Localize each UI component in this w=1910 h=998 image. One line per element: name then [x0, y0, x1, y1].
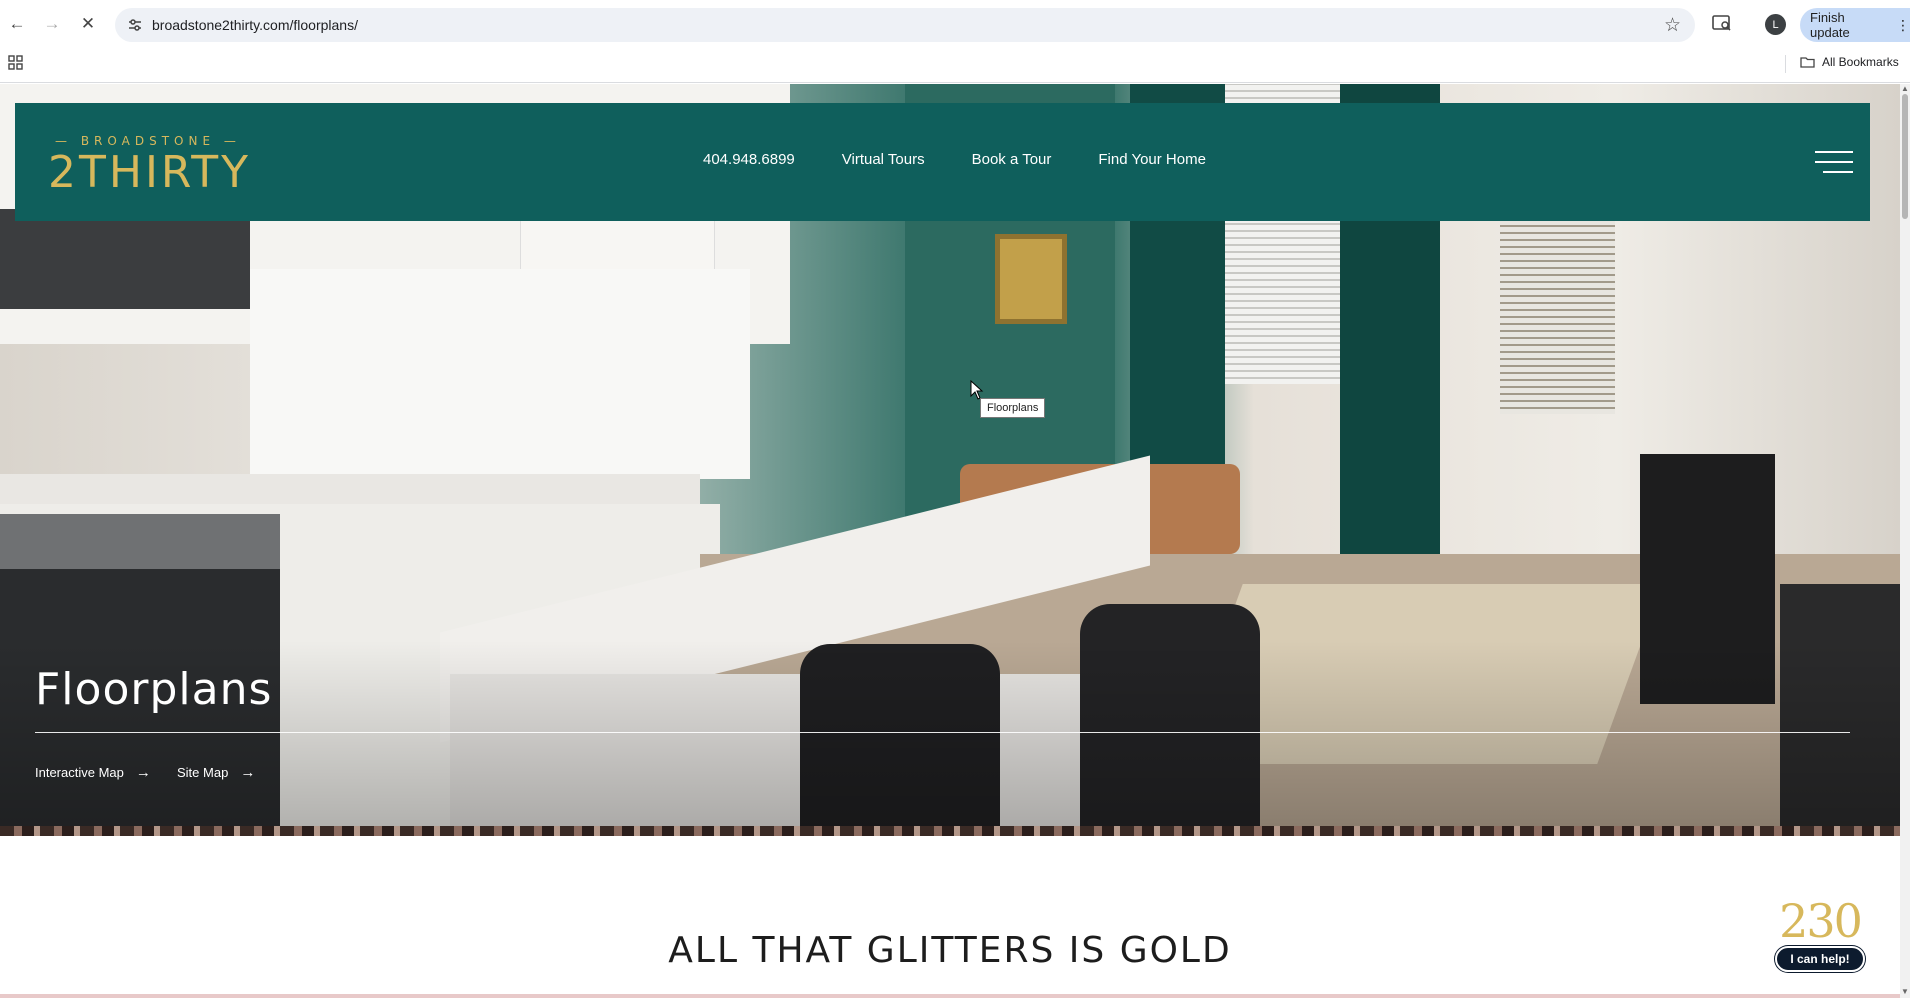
logo-tagline[interactable]: — BROADSTONE — — [55, 134, 241, 148]
bookmarks-bar: All Bookmarks — [0, 50, 1910, 83]
arrow-right-icon: → — [240, 764, 256, 781]
nav-virtual-tours[interactable]: Virtual Tours — [842, 151, 925, 168]
nav-find-your-home[interactable]: Find Your Home — [1098, 151, 1206, 168]
finish-update-label: Finish update — [1810, 10, 1850, 40]
site-map-link[interactable]: Site Map → — [177, 764, 255, 781]
forward-icon[interactable]: → — [41, 13, 63, 35]
apps-grid-icon[interactable] — [8, 55, 24, 71]
site-header: — BROADSTONE — 2THIRTY 404.948.6899 Virt… — [15, 103, 1870, 221]
section-heading: ALL THAT GLITTERS IS GOLD — [668, 930, 1232, 971]
scroll-down-icon[interactable]: ▼ — [1901, 988, 1909, 996]
site-info-icon[interactable] — [127, 17, 143, 33]
interactive-map-link[interactable]: Interactive Map → — [35, 764, 151, 781]
all-bookmarks-button[interactable]: All Bookmarks — [1800, 55, 1899, 69]
address-bar[interactable]: broadstone2thirty.com/floorplans/ ☆ — [115, 8, 1695, 42]
logo-main[interactable]: 2THIRTY — [48, 147, 251, 198]
folder-icon — [1800, 57, 1815, 68]
chat-help-button[interactable]: I can help! — [1775, 946, 1865, 972]
nav-phone[interactable]: 404.948.6899 — [703, 151, 795, 168]
page-title: Floorplans — [35, 664, 273, 715]
arrow-right-icon: → — [135, 764, 151, 781]
browser-toolbar: ← → ✕ broadstone2thirty.com/floorplans/ … — [0, 0, 1910, 50]
tab-search-icon[interactable] — [1712, 14, 1732, 32]
chat-logo: 230 — [1779, 894, 1863, 948]
bookmark-star-icon[interactable]: ☆ — [1664, 14, 1681, 37]
decorative-pattern-band — [0, 826, 1900, 836]
more-options-icon[interactable]: ⋮ — [1896, 17, 1910, 34]
menu-icon[interactable] — [1815, 151, 1853, 173]
logo-tagline-text: BROADSTONE — [80, 134, 216, 148]
stop-loading-icon[interactable]: ✕ — [77, 13, 99, 35]
main-nav: 404.948.6899 Virtual Tours Book a Tour F… — [703, 151, 1206, 168]
profile-avatar[interactable]: L — [1765, 14, 1786, 35]
back-icon[interactable]: ← — [6, 13, 28, 35]
page-scrollbar[interactable]: ▲ ▼ — [1900, 84, 1910, 998]
nav-book-a-tour[interactable]: Book a Tour — [972, 151, 1052, 168]
bottom-edge — [0, 994, 1900, 998]
hero-divider — [35, 732, 1850, 733]
scroll-up-icon[interactable]: ▲ — [1901, 85, 1909, 93]
all-bookmarks-label: All Bookmarks — [1822, 55, 1899, 69]
mouse-cursor-icon — [970, 380, 984, 400]
page-viewport: — BROADSTONE — 2THIRTY 404.948.6899 Virt… — [0, 84, 1900, 998]
finish-update-button[interactable]: Finish update ⋮ — [1800, 8, 1910, 42]
bookmarks-separator — [1785, 55, 1786, 73]
site-map-label: Site Map — [177, 765, 229, 780]
tooltip: Floorplans — [980, 398, 1046, 418]
scrollbar-thumb[interactable] — [1902, 94, 1908, 219]
url-text[interactable]: broadstone2thirty.com/floorplans/ — [152, 17, 358, 33]
interactive-map-label: Interactive Map — [35, 765, 124, 780]
chat-widget[interactable]: 230 I can help! — [1770, 894, 1870, 998]
